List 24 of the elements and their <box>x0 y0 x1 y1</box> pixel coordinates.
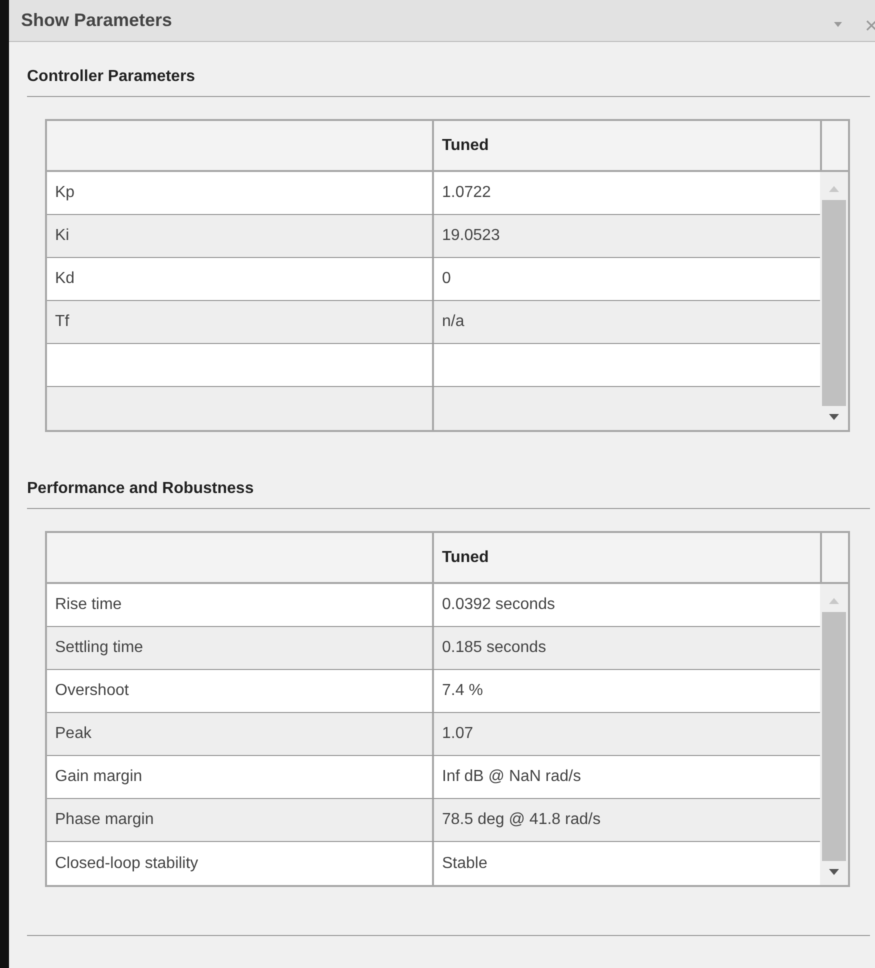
scroll-down-icon[interactable] <box>829 414 839 420</box>
scrollbar[interactable] <box>820 584 848 885</box>
table-cell-text: Overshoot <box>54 681 130 701</box>
table-cell-text: Phase margin <box>54 810 155 830</box>
scroll-up-icon[interactable] <box>829 598 839 604</box>
table-cell-text: Kp <box>54 183 76 203</box>
scrollbar[interactable] <box>820 172 848 430</box>
section-heading: Controller Parameters <box>27 68 196 86</box>
window-title: Show Parameters <box>21 10 174 31</box>
close-icon[interactable] <box>866 18 875 30</box>
scroll-up-icon[interactable] <box>829 186 839 192</box>
scroll-thumb[interactable] <box>822 612 846 861</box>
table-cell-text: Closed-loop stability <box>54 854 200 874</box>
section-heading: Performance and Robustness <box>27 480 255 498</box>
table-cell-text: Settling time <box>54 638 144 658</box>
table-cell-text: Rise time <box>54 595 123 615</box>
table-cell-text: Tf <box>54 312 70 332</box>
scroll-down-icon[interactable] <box>829 869 839 875</box>
table-cell-text: Gain margin <box>54 767 144 787</box>
table-cell-text: Ki <box>54 226 70 246</box>
table-cell-text: Kd <box>54 269 76 289</box>
table-cell-text: Peak <box>54 724 92 744</box>
dropdown-icon[interactable] <box>834 22 842 27</box>
scroll-thumb[interactable] <box>822 200 846 406</box>
